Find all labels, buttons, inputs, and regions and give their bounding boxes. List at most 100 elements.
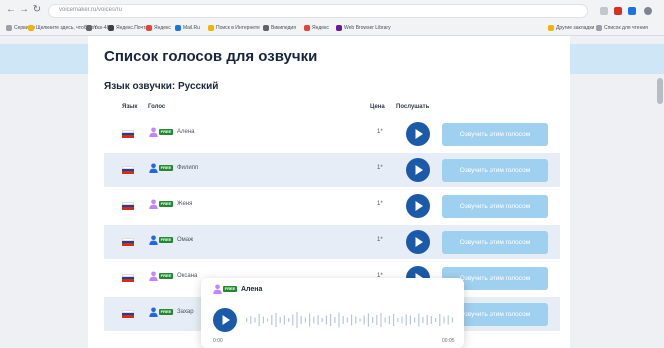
bookmark-item[interactable]: Web Browser Library [336,24,391,32]
waveform-bar [401,316,403,324]
waveform-bar [405,314,407,326]
person-icon [149,235,158,245]
waveform-bar [422,317,424,323]
play-button[interactable] [406,122,430,146]
player-play-button[interactable] [213,308,237,332]
column-header-voice: Голос [148,104,166,110]
bookmark-item[interactable]: Список для чтения [596,24,648,32]
bookmark-item[interactable]: Mail.Ru [175,24,200,32]
waveform-bar [439,314,441,326]
waveform-bar [342,316,344,324]
voice-name: Оксана [177,273,198,279]
url-text: voicemaker.ru/voices/ru [59,7,123,13]
bookmark-label: Mail.Ru [183,25,200,31]
play-button[interactable] [406,230,430,254]
bookmark-favicon-icon [6,24,12,31]
play-icon [222,315,230,325]
use-voice-button[interactable]: Озвучить этим голосом [442,123,548,146]
waveform-bar [246,318,248,322]
waveform-bar [355,316,357,324]
table-row: FREE Алена 1* Озвучить этим голосом [104,117,560,151]
extension-icon[interactable] [614,7,622,15]
waveform-bar [262,316,264,324]
bookmark-item[interactable]: Яндекс.Почта [108,24,148,32]
waveform-bar [283,315,285,325]
table-row: FREE Женя 1* Озвучить этим голосом [104,189,560,223]
play-button[interactable] [406,158,430,182]
bookmark-favicon-icon [108,24,114,31]
play-icon [415,201,423,211]
free-badge: FREE [159,129,173,135]
table-row: FREE Омаж 1* Озвучить этим голосом [104,225,560,259]
waveform-bar [292,314,294,326]
bookmark-item[interactable]: Другие закладки [548,24,594,32]
language-heading: Язык озвучки: Русский [104,81,219,92]
bookmark-label: Яндекс.Почта [116,25,149,31]
waveform-bar [409,315,411,325]
voice-price: 1* [377,129,383,135]
bookmark-item[interactable]: Яндекс [146,24,171,32]
person-icon [213,284,222,294]
play-icon [415,129,423,139]
waveform[interactable] [245,310,455,330]
waveform-bar [426,315,428,325]
url-bar[interactable]: voicemaker.ru/voices/ru [48,4,588,18]
bookmark-favicon-icon [208,24,214,31]
free-badge: FREE [159,309,173,315]
column-header-price: Цена [370,104,385,110]
waveform-bar [372,317,374,323]
voice-price: 1* [377,165,383,171]
russia-flag-icon [122,238,134,246]
bookmark-item[interactable]: Поиск в Интернете [208,24,260,32]
waveform-bar [414,317,416,323]
waveform-bar [443,316,445,324]
bookmark-favicon-icon [596,24,602,31]
bookmark-item[interactable]: Yes-48 [86,24,109,32]
use-voice-button[interactable]: Озвучить этим голосом [442,159,548,182]
waveform-bar [317,315,319,325]
russia-flag-icon [122,310,134,318]
play-icon [415,165,423,175]
arrow-right-icon[interactable]: → [19,5,29,15]
reload-icon[interactable]: ↻ [32,5,42,15]
free-badge: FREE [159,165,173,171]
waveform-bar [435,318,437,322]
waveform-bar [430,316,432,324]
extension-icon[interactable] [628,7,636,15]
person-icon [149,307,158,317]
scrollbar-thumb[interactable] [657,78,663,104]
waveform-bar [351,314,353,326]
use-voice-button[interactable]: Озвучить этим голосом [442,195,548,218]
waveform-bar [325,315,327,325]
bookmark-favicon-icon [28,24,34,31]
column-header-language: Язык [122,104,138,110]
waveform-bar [334,317,336,323]
bookmark-item[interactable]: Яндекс [304,24,329,32]
bookmark-favicon-icon [304,24,310,31]
voice-price: 1* [377,237,383,243]
person-icon [149,163,158,173]
voice-name: Омаж [177,237,194,243]
free-badge: FREE [159,273,173,279]
russia-flag-icon [122,274,134,282]
waveform-bar [250,316,252,324]
play-button[interactable] [406,194,430,218]
profile-icon[interactable] [644,7,652,15]
time-current: 0:00 [213,338,223,344]
voice-name: Филипп [177,165,199,171]
bookmark-item[interactable]: Википедия [263,24,296,32]
waveform-bar [359,318,361,322]
waveform-bar [376,315,378,325]
voice-price: 1* [377,201,383,207]
bookmark-favicon-icon [336,24,342,31]
arrow-left-icon[interactable]: ← [6,5,16,15]
free-badge: FREE [223,286,237,292]
extension-icon[interactable] [600,7,608,15]
bookmark-label: Википедия [271,25,296,31]
waveform-bar [254,317,256,323]
use-voice-button[interactable]: Озвучить этим голосом [442,231,548,254]
bookmark-label: Яндекс [312,25,329,31]
table-row: FREE Филипп 1* Озвучить этим голосом [104,153,560,187]
waveform-bar [300,316,302,324]
bookmark-favicon-icon [86,24,92,31]
